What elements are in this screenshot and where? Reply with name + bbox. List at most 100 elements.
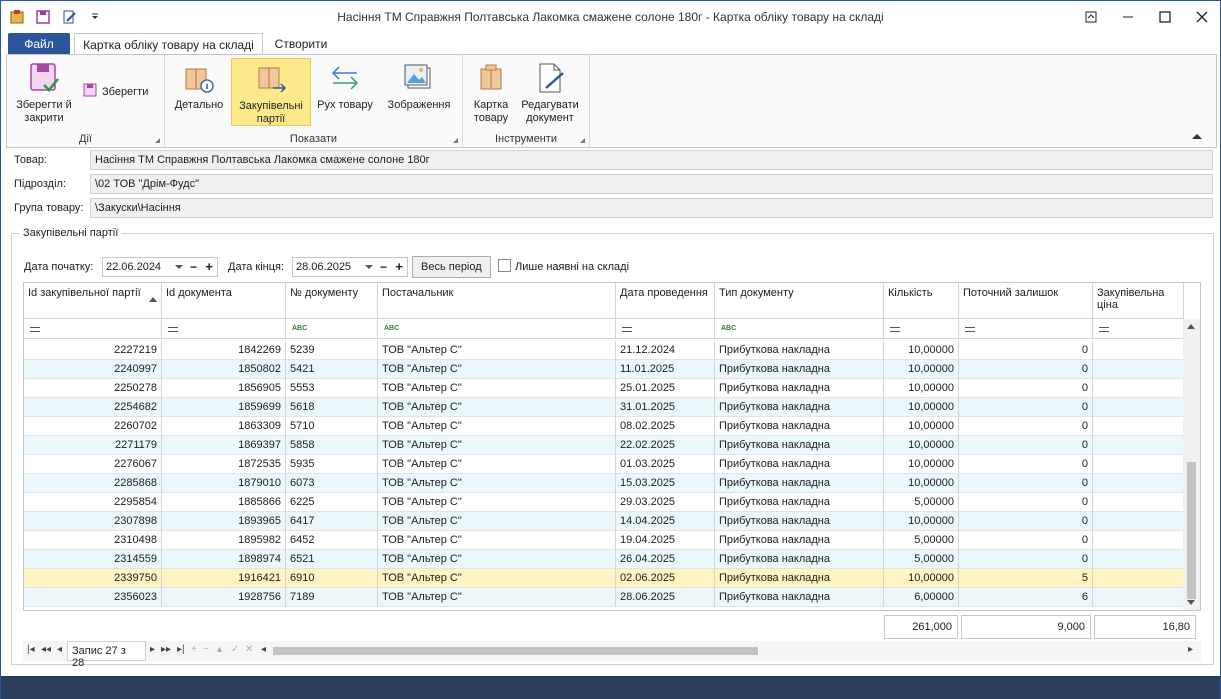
filter-cell-supplier[interactable]: ABC bbox=[378, 319, 616, 339]
all-period-button[interactable]: Весь період bbox=[412, 256, 491, 278]
filter-cell-document-number[interactable]: ABC bbox=[286, 319, 378, 339]
next-page-icon[interactable]: ▸▸ bbox=[161, 644, 171, 655]
table-row[interactable]: 2276067 1872535 5935 ТОВ "Альтер С" 01.03.20… bbox=[24, 455, 1184, 474]
save-close-icon bbox=[28, 61, 60, 95]
maximize-button[interactable] bbox=[1146, 1, 1183, 32]
cell-document-number: 5858 bbox=[286, 436, 378, 455]
groupbox-title: Закупівельні партії bbox=[20, 227, 122, 239]
group-launcher-actions-icon[interactable] bbox=[155, 138, 160, 143]
save-button[interactable]: Зберегти bbox=[82, 82, 148, 101]
tab-create[interactable]: Створити bbox=[265, 33, 337, 55]
table-row[interactable]: 2260702 1863309 5710 ТОВ "Альтер С" 08.02.20… bbox=[24, 417, 1184, 436]
date-to-label: Дата кінця: bbox=[228, 261, 285, 273]
edit-document-button[interactable]: Редагувати документ bbox=[517, 58, 583, 125]
first-record-icon[interactable]: |◂ bbox=[27, 644, 35, 655]
date-from-input[interactable]: 22.06.2024 − + bbox=[102, 257, 218, 277]
column-header-document-type[interactable]: Тип документу bbox=[715, 283, 884, 319]
add-record-icon[interactable]: + bbox=[191, 644, 197, 655]
filter-cell-document-id[interactable] bbox=[162, 319, 286, 339]
filter-cell-posting-date[interactable] bbox=[616, 319, 715, 339]
box-icon bbox=[475, 61, 507, 95]
cancel-edit-icon[interactable]: ✕ bbox=[245, 644, 253, 655]
purchase-batches-button[interactable]: Закупівельні партії bbox=[231, 58, 311, 126]
table-row[interactable]: 2254682 1859699 5618 ТОВ "Альтер С" 31.01.20… bbox=[24, 398, 1184, 417]
scroll-left-icon[interactable]: ◂ bbox=[261, 644, 266, 655]
cell-supplier: ТОВ "Альтер С" bbox=[378, 474, 616, 493]
filter-cell-batch-id[interactable] bbox=[24, 319, 162, 339]
column-header-document-id[interactable]: Id документа bbox=[162, 283, 286, 319]
product-label: Товар: bbox=[14, 154, 47, 166]
cell-current-balance: 0 bbox=[959, 550, 1093, 569]
horizontal-scroll-thumb[interactable] bbox=[273, 647, 758, 655]
cell-posting-date: 22.02.2025 bbox=[616, 436, 715, 455]
table-row[interactable]: 2310498 1895982 6452 ТОВ "Альтер С" 19.04.20… bbox=[24, 531, 1184, 550]
item-card-button[interactable]: Картка товару bbox=[467, 58, 515, 125]
date-to-dropdown-icon[interactable] bbox=[365, 265, 373, 269]
scroll-thumb[interactable] bbox=[1187, 462, 1196, 599]
last-record-icon[interactable]: ▸| bbox=[177, 644, 185, 655]
details-button[interactable]: Детально bbox=[169, 58, 229, 112]
scroll-up-icon[interactable] bbox=[1187, 324, 1195, 329]
scroll-right-icon[interactable]: ▸ bbox=[1188, 644, 1193, 655]
filter-cell-document-type[interactable]: ABC bbox=[715, 319, 884, 339]
table-row[interactable]: 2240997 1850802 5421 ТОВ "Альтер С" 11.01.20… bbox=[24, 360, 1184, 379]
cell-supplier: ТОВ "Альтер С" bbox=[378, 588, 616, 607]
date-to-plus-icon[interactable]: + bbox=[395, 259, 403, 274]
date-to-minus-icon[interactable]: − bbox=[380, 260, 387, 274]
filter-cell-quantity[interactable] bbox=[884, 319, 959, 339]
table-row[interactable]: 2307898 1893965 6417 ТОВ "Альтер С" 14.04.20… bbox=[24, 512, 1184, 531]
group-launcher-show-icon[interactable] bbox=[453, 138, 458, 143]
column-header-document-number[interactable]: № документу bbox=[286, 283, 378, 319]
column-header-quantity[interactable]: Кількість bbox=[884, 283, 959, 319]
filter-cell-purchase-price[interactable] bbox=[1093, 319, 1184, 339]
tab-item-card[interactable]: Картка обліку товару на складі bbox=[74, 33, 263, 55]
date-to-input[interactable]: 28.06.2025 − + bbox=[292, 257, 408, 277]
only-in-stock-label: Лише наявні на складі bbox=[515, 261, 630, 273]
date-from-minus-icon[interactable]: − bbox=[190, 260, 197, 274]
total-quantity: 261,000 bbox=[884, 615, 958, 639]
table-row[interactable]: 2356023 1928756 7189 ТОВ "Альтер С" 28.06.20… bbox=[24, 588, 1184, 607]
table-row[interactable]: 2271179 1869397 5858 ТОВ "Альтер С" 22.02.20… bbox=[24, 436, 1184, 455]
close-button[interactable] bbox=[1183, 1, 1220, 32]
prev-record-icon[interactable]: ◂ bbox=[57, 644, 62, 655]
column-header-purchase-price[interactable]: Закупівельна ціна bbox=[1093, 283, 1184, 319]
table-row[interactable]: 2227219 1842269 5239 ТОВ "Альтер С" 21.12.20… bbox=[24, 341, 1184, 360]
delete-record-icon[interactable]: − bbox=[203, 644, 209, 655]
ribbon-display-button[interactable] bbox=[1072, 1, 1109, 32]
table-row[interactable]: 2250278 1856905 5553 ТОВ "Альтер С" 25.01.20… bbox=[24, 379, 1184, 398]
table-row[interactable]: 2339750 1916421 6910 ТОВ "Альтер С" 02.06.20… bbox=[24, 569, 1184, 588]
column-header-batch-id[interactable]: Id закупівельної партії bbox=[24, 283, 162, 319]
images-button[interactable]: Зображення bbox=[381, 58, 457, 112]
table-row[interactable]: 2285868 1879010 6073 ТОВ "Альтер С" 15.03.20… bbox=[24, 474, 1184, 493]
column-header-posting-date[interactable]: Дата проведення bbox=[616, 283, 715, 319]
cell-document-id: 1859699 bbox=[162, 398, 286, 417]
vertical-scrollbar[interactable] bbox=[1183, 319, 1200, 610]
status-bar bbox=[1, 676, 1220, 699]
only-in-stock-checkbox[interactable] bbox=[498, 259, 511, 272]
group-launcher-tools-icon[interactable] bbox=[580, 138, 585, 143]
cell-document-type: Прибуткова накладна bbox=[715, 417, 884, 436]
cell-supplier: ТОВ "Альтер С" bbox=[378, 569, 616, 588]
tab-file[interactable]: Файл bbox=[8, 33, 70, 55]
product-group-field[interactable]: \Закуски\Насіння bbox=[90, 198, 1213, 218]
product-field[interactable]: Насіння ТМ Справжня Полтавська Лакомка с… bbox=[90, 150, 1213, 170]
prev-page-icon[interactable]: ◂◂ bbox=[41, 644, 51, 655]
edit-record-icon[interactable]: ▴ bbox=[217, 644, 222, 655]
division-field[interactable]: \02 ТОВ "Дрім-Фудс" bbox=[90, 174, 1213, 194]
table-row[interactable]: 2295854 1885866 6225 ТОВ "Альтер С" 29.03.20… bbox=[24, 493, 1184, 512]
table-row[interactable]: 2314559 1898974 6521 ТОВ "Альтер С" 26.04.20… bbox=[24, 550, 1184, 569]
filter-cell-current-balance[interactable] bbox=[959, 319, 1093, 339]
collapse-ribbon-icon[interactable] bbox=[1192, 134, 1202, 139]
text-filter-icon: ABC bbox=[384, 325, 400, 332]
minimize-button[interactable] bbox=[1109, 1, 1146, 32]
apply-edit-icon[interactable]: ✓ bbox=[231, 644, 239, 655]
date-from-plus-icon[interactable]: + bbox=[205, 259, 213, 274]
column-header-current-balance[interactable]: Поточний залишок bbox=[959, 283, 1093, 319]
save-and-close-button[interactable]: Зберегти й закрити bbox=[13, 58, 75, 125]
next-record-icon[interactable]: ▸ bbox=[150, 644, 155, 655]
scroll-down-icon[interactable] bbox=[1187, 600, 1195, 605]
date-from-dropdown-icon[interactable] bbox=[175, 265, 183, 269]
cell-purchase-price bbox=[1093, 417, 1184, 436]
product-movement-button[interactable]: Рух товару bbox=[313, 58, 377, 112]
column-header-supplier[interactable]: Постачальник bbox=[378, 283, 616, 319]
